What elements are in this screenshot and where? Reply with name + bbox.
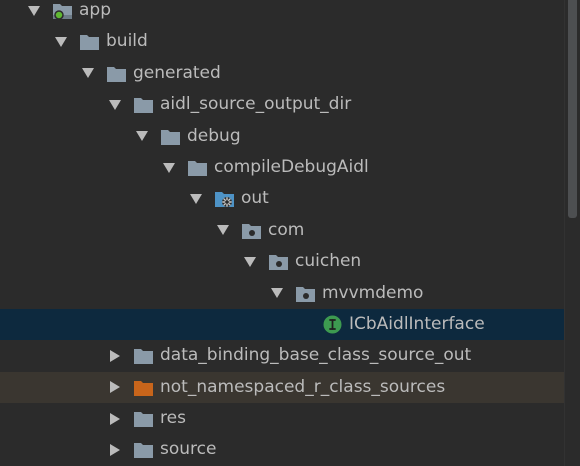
- tree-row[interactable]: mvvmdemo: [0, 278, 565, 309]
- tree-row-label: build: [106, 31, 148, 52]
- tree-row[interactable]: debug: [0, 121, 565, 152]
- collapse-arrow-right-icon[interactable]: [106, 403, 124, 434]
- package-icon: [295, 285, 316, 303]
- project-tree: app build generated aidl_source_output_dird…: [0, 0, 565, 466]
- expand-arrow-down-icon[interactable]: [79, 58, 97, 89]
- tree-row-label: source: [160, 439, 217, 460]
- collapse-arrow-right-icon[interactable]: [106, 434, 124, 465]
- tree-row[interactable]: ICbAidlInterface: [0, 308, 565, 341]
- expand-arrow-down-icon[interactable]: [268, 278, 286, 309]
- tree-row[interactable]: generated: [0, 58, 565, 89]
- generated-source-folder-icon: [214, 190, 235, 208]
- tree-row-label: com: [268, 219, 305, 240]
- tree-row-label: generated: [133, 62, 221, 83]
- folder-icon: [106, 65, 127, 83]
- tree-row-label: app: [79, 0, 111, 20]
- expand-arrow-down-icon[interactable]: [241, 246, 259, 277]
- package-icon: [268, 253, 289, 271]
- expand-arrow-down-icon[interactable]: [187, 183, 205, 214]
- tree-row[interactable]: app: [0, 0, 565, 26]
- vertical-scrollbar[interactable]: [564, 0, 580, 466]
- tree-row-label: data_binding_base_class_source_out: [160, 345, 472, 366]
- tree-row[interactable]: build: [0, 26, 565, 57]
- tree-row[interactable]: compileDebugAidl: [0, 152, 565, 183]
- folder-icon: [160, 128, 181, 146]
- tree-row[interactable]: aidl_source_output_dir: [0, 89, 565, 120]
- expand-arrow-down-icon[interactable]: [52, 26, 70, 57]
- folder-icon: [133, 441, 154, 459]
- collapse-arrow-right-icon[interactable]: [106, 372, 124, 403]
- tree-row[interactable]: data_binding_base_class_source_out: [0, 340, 565, 371]
- package-icon: [241, 222, 262, 240]
- scrollbar-thumb[interactable]: [568, 0, 577, 218]
- tree-row-label: out: [241, 188, 269, 209]
- expand-arrow-down-icon[interactable]: [106, 89, 124, 120]
- collapse-arrow-right-icon[interactable]: [106, 340, 124, 371]
- expand-arrow-down-icon[interactable]: [214, 215, 232, 246]
- expand-arrow-down-icon[interactable]: [160, 152, 178, 183]
- excluded-folder-icon: [133, 379, 154, 397]
- folder-icon: [133, 96, 154, 114]
- tree-row[interactable]: not_namespaced_r_class_sources: [0, 371, 565, 404]
- tree-row[interactable]: cuichen: [0, 246, 565, 277]
- tree-row-label: aidl_source_output_dir: [160, 94, 352, 115]
- tree-row-label: compileDebugAidl: [214, 156, 369, 177]
- folder-icon: [133, 410, 154, 428]
- tree-row[interactable]: source: [0, 434, 565, 465]
- tree-row-label: debug: [187, 125, 241, 146]
- folder-icon: [79, 33, 100, 51]
- tree-row-label: ICbAidlInterface: [349, 313, 485, 334]
- folder-icon: [187, 159, 208, 177]
- interface-icon: [322, 314, 343, 334]
- expand-arrow-down-icon[interactable]: [25, 0, 43, 26]
- tree-row[interactable]: res: [0, 403, 565, 434]
- tree-row-label: not_namespaced_r_class_sources: [160, 376, 446, 397]
- tree-row[interactable]: out: [0, 183, 565, 214]
- tree-row[interactable]: com: [0, 215, 565, 246]
- tree-row-label: res: [160, 408, 186, 429]
- folder-icon: [133, 347, 154, 365]
- tree-row-label: mvvmdemo: [322, 282, 424, 303]
- expand-arrow-down-icon[interactable]: [133, 121, 151, 152]
- tree-row-label: cuichen: [295, 251, 362, 272]
- module-folder-icon: [52, 2, 73, 20]
